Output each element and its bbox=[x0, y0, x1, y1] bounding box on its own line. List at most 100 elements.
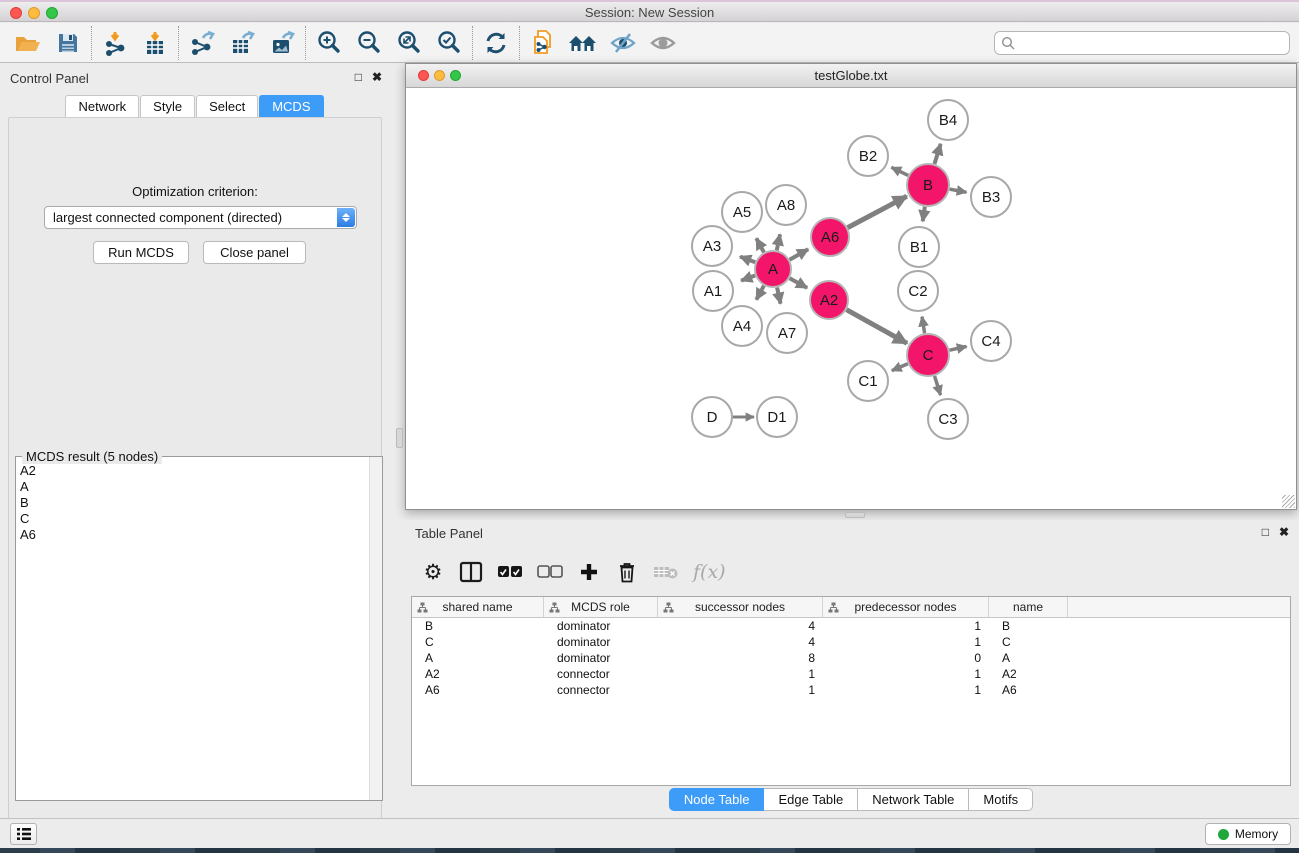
tab-network-table[interactable]: Network Table bbox=[858, 788, 969, 811]
table-options-button[interactable]: ⚙ bbox=[421, 558, 445, 586]
graph-edge-A-A5[interactable] bbox=[756, 238, 764, 252]
close-panel-icon[interactable]: ✖ bbox=[1279, 525, 1289, 539]
table-cell[interactable]: B bbox=[412, 618, 544, 634]
graph-edge-B-B1[interactable] bbox=[923, 207, 925, 221]
save-session-button[interactable] bbox=[48, 26, 88, 60]
search-box[interactable] bbox=[994, 31, 1290, 55]
column-header-successor-nodes[interactable]: successor nodes bbox=[658, 597, 823, 617]
graph-edge-C-C2[interactable] bbox=[922, 317, 925, 334]
table-cell[interactable]: A2 bbox=[989, 666, 1068, 682]
show-columns-button[interactable] bbox=[459, 558, 483, 586]
zoom-out-button[interactable] bbox=[349, 26, 389, 60]
duplicate-network-button[interactable] bbox=[523, 26, 563, 60]
export-network-button[interactable] bbox=[182, 26, 222, 60]
run-mcds-button[interactable]: Run MCDS bbox=[93, 241, 189, 264]
table-cell[interactable]: 1 bbox=[658, 682, 823, 698]
table-row[interactable]: Adominator80A bbox=[412, 650, 1290, 666]
float-panel-icon[interactable]: □ bbox=[1262, 525, 1269, 539]
table-cell[interactable]: A6 bbox=[412, 682, 544, 698]
table-cell[interactable]: C bbox=[989, 634, 1068, 650]
column-header-predecessor-nodes[interactable]: predecessor nodes bbox=[823, 597, 989, 617]
select-all-rows-button[interactable] bbox=[497, 558, 523, 586]
delete-table-button[interactable] bbox=[653, 558, 679, 586]
table-cell[interactable]: 0 bbox=[823, 650, 989, 666]
tab-select[interactable]: Select bbox=[196, 95, 258, 117]
export-image-button[interactable] bbox=[262, 26, 302, 60]
tab-mcds[interactable]: MCDS bbox=[259, 95, 323, 117]
graph-edge-A6-B[interactable] bbox=[848, 196, 907, 227]
table-cell[interactable]: 1 bbox=[823, 666, 989, 682]
table-cell[interactable]: 1 bbox=[823, 634, 989, 650]
table-row[interactable]: Bdominator41B bbox=[412, 618, 1290, 634]
graph-edge-A-A2[interactable] bbox=[790, 278, 808, 288]
delete-column-button[interactable] bbox=[615, 558, 639, 586]
graph-edge-A-A1[interactable] bbox=[741, 276, 755, 281]
column-header-name[interactable]: name bbox=[989, 597, 1068, 617]
table-cell[interactable]: A bbox=[989, 650, 1068, 666]
table-cell[interactable]: connector bbox=[544, 682, 658, 698]
tab-motifs[interactable]: Motifs bbox=[969, 788, 1033, 811]
table-cell[interactable]: dominator bbox=[544, 634, 658, 650]
show-graphics-details-button[interactable] bbox=[643, 26, 683, 60]
graph-edge-B-B3[interactable] bbox=[950, 189, 967, 192]
graph-edge-B-B4[interactable] bbox=[934, 144, 940, 164]
float-panel-icon[interactable]: □ bbox=[355, 70, 362, 84]
table-cell[interactable]: 1 bbox=[823, 682, 989, 698]
graph-edge-A-A8[interactable] bbox=[777, 234, 780, 250]
table-cell[interactable]: connector bbox=[544, 666, 658, 682]
graph-edge-C-C3[interactable] bbox=[935, 376, 941, 395]
tab-network[interactable]: Network bbox=[65, 95, 139, 117]
table-cell[interactable]: 4 bbox=[658, 618, 823, 634]
criterion-select[interactable]: largest connected component (directed) bbox=[44, 206, 357, 229]
split-divider-horizontal[interactable] bbox=[845, 512, 865, 518]
table-cell[interactable]: C bbox=[412, 634, 544, 650]
graph-edge-C-C4[interactable] bbox=[949, 346, 966, 350]
graph-edge-A-A7[interactable] bbox=[777, 288, 781, 304]
close-panel-button[interactable]: Close panel bbox=[203, 241, 306, 264]
result-item[interactable]: A2 bbox=[20, 463, 368, 479]
table-cell[interactable]: dominator bbox=[544, 650, 658, 666]
tab-style[interactable]: Style bbox=[140, 95, 195, 117]
table-row[interactable]: A6connector11A6 bbox=[412, 682, 1290, 698]
graph-edge-C-C1[interactable] bbox=[892, 364, 908, 371]
import-network-button[interactable] bbox=[95, 26, 135, 60]
table-cell[interactable]: dominator bbox=[544, 618, 658, 634]
table-cell[interactable]: A6 bbox=[989, 682, 1068, 698]
zoom-selected-button[interactable] bbox=[429, 26, 469, 60]
hide-graphics-details-button[interactable] bbox=[603, 26, 643, 60]
split-divider-vertical[interactable] bbox=[396, 428, 403, 448]
result-item[interactable]: B bbox=[20, 495, 368, 511]
zoom-fit-button[interactable] bbox=[389, 26, 429, 60]
network-canvas[interactable]: AA1A2A3A4A5A6A7A8BB1B2B3B4CC1C2C3C4DD1 bbox=[406, 88, 1296, 509]
result-item[interactable]: A bbox=[20, 479, 368, 495]
tab-edge-table[interactable]: Edge Table bbox=[764, 788, 858, 811]
result-item[interactable]: C bbox=[20, 511, 368, 527]
result-scrollbar[interactable] bbox=[369, 457, 382, 800]
resize-grip[interactable] bbox=[1282, 495, 1295, 508]
table-row[interactable]: A2connector11A2 bbox=[412, 666, 1290, 682]
graph-edge-A-A3[interactable] bbox=[740, 257, 755, 263]
refresh-view-button[interactable] bbox=[476, 26, 516, 60]
table-cell[interactable]: A2 bbox=[412, 666, 544, 682]
zoom-in-button[interactable] bbox=[309, 26, 349, 60]
graph-edge-A-A6[interactable] bbox=[790, 249, 809, 259]
column-header-MCDS-role[interactable]: MCDS role bbox=[544, 597, 658, 617]
memory-button[interactable]: Memory bbox=[1205, 823, 1291, 845]
close-panel-icon[interactable]: ✖ bbox=[372, 70, 382, 84]
export-table-button[interactable] bbox=[222, 26, 262, 60]
table-cell[interactable]: A bbox=[412, 650, 544, 666]
table-cell[interactable]: 4 bbox=[658, 634, 823, 650]
graph-edge-A2-C[interactable] bbox=[846, 310, 907, 344]
graph-edge-B-B2[interactable] bbox=[891, 167, 908, 175]
result-item[interactable]: A6 bbox=[20, 527, 368, 543]
table-cell[interactable]: B bbox=[989, 618, 1068, 634]
open-session-button[interactable] bbox=[8, 26, 48, 60]
column-header-shared-name[interactable]: shared name bbox=[412, 597, 544, 617]
table-cell[interactable]: 8 bbox=[658, 650, 823, 666]
create-column-button[interactable] bbox=[577, 558, 601, 586]
function-builder-button[interactable]: f(x) bbox=[693, 558, 726, 586]
tab-node-table[interactable]: Node Table bbox=[669, 788, 765, 811]
deselect-all-rows-button[interactable] bbox=[537, 558, 563, 586]
search-input[interactable] bbox=[1016, 36, 1289, 50]
table-row[interactable]: Cdominator41C bbox=[412, 634, 1290, 650]
